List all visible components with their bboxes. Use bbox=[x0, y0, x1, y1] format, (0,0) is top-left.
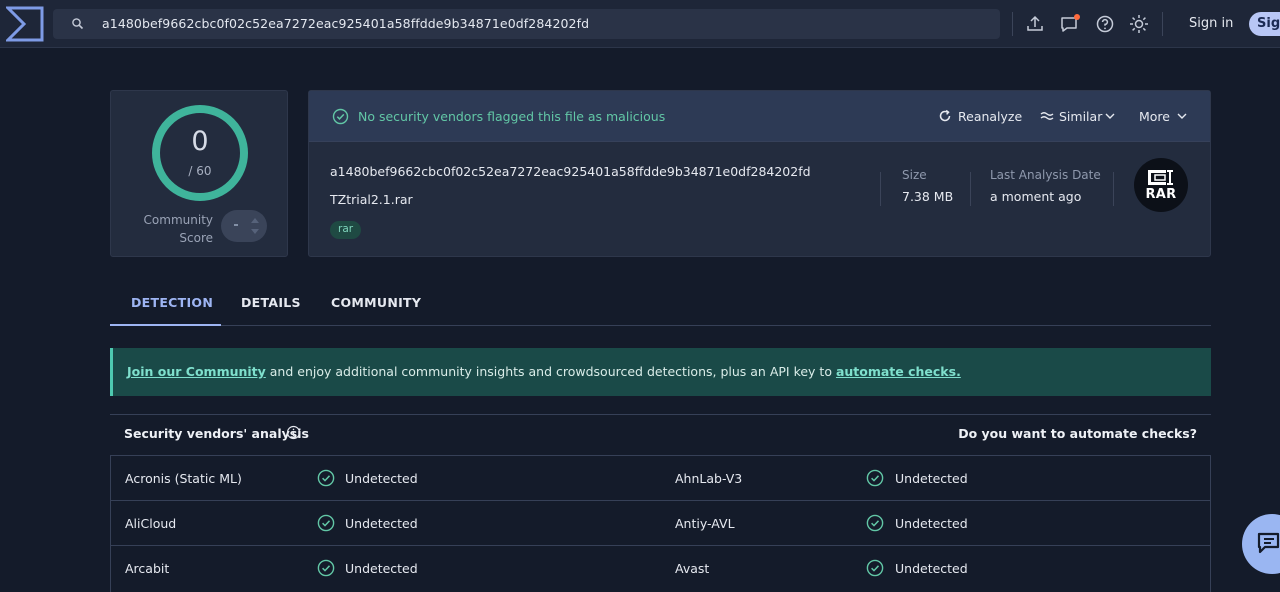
vendor-name: AhnLab-V3 bbox=[675, 471, 743, 486]
active-tab-indicator bbox=[110, 324, 221, 326]
size-label: Size bbox=[902, 168, 927, 182]
table-row: Acronis (Static ML) Undetected AhnLab-V3… bbox=[111, 456, 1210, 501]
check-circle-icon bbox=[866, 514, 884, 532]
file-summary-card: No security vendors flagged this file as… bbox=[308, 90, 1211, 257]
detection-score-card: 0 / 60 Community Score bbox=[110, 90, 288, 257]
vendor-name: Arcabit bbox=[125, 561, 170, 576]
banner-text: Join our Community and enjoy additional … bbox=[127, 364, 961, 379]
tabs-divider bbox=[110, 325, 1211, 326]
divider bbox=[1012, 12, 1013, 36]
reanalyze-icon[interactable] bbox=[938, 109, 952, 123]
check-circle-icon bbox=[332, 108, 349, 125]
file-type-label: RAR bbox=[1145, 187, 1177, 202]
chevron-down-icon[interactable] bbox=[1103, 109, 1117, 123]
join-community-link[interactable]: Join our Community bbox=[127, 364, 266, 379]
check-circle-icon bbox=[866, 559, 884, 577]
vendor-result: Undetected bbox=[895, 516, 968, 531]
last-analysis-label: Last Analysis Date bbox=[990, 168, 1101, 182]
theme-icon[interactable] bbox=[1128, 13, 1150, 35]
last-analysis-value: a moment ago bbox=[990, 189, 1082, 204]
analysis-status: No security vendors flagged this file as… bbox=[358, 109, 666, 124]
community-score-vote[interactable] bbox=[221, 210, 267, 242]
similar-button[interactable]: Similar bbox=[1059, 109, 1102, 124]
vendor-result: Undetected bbox=[345, 561, 418, 576]
detection-count: 0 bbox=[191, 126, 209, 157]
notification-icon[interactable] bbox=[1059, 13, 1081, 35]
check-circle-icon bbox=[317, 469, 335, 487]
community-banner: Join our Community and enjoy additional … bbox=[110, 348, 1211, 396]
vendor-result: Undetected bbox=[345, 516, 418, 531]
vendor-result: Undetected bbox=[895, 561, 968, 576]
search-icon bbox=[72, 18, 84, 30]
upvote-icon[interactable] bbox=[251, 218, 259, 223]
summary-header: No security vendors flagged this file as… bbox=[309, 91, 1210, 142]
banner-message: and enjoy additional community insights … bbox=[265, 364, 836, 379]
tab-details[interactable]: DETAILS bbox=[241, 295, 301, 310]
tab-detection[interactable]: DETECTION bbox=[131, 295, 213, 310]
help-icon[interactable] bbox=[1094, 13, 1116, 35]
vendor-result: Undetected bbox=[345, 471, 418, 486]
upload-icon[interactable] bbox=[1024, 13, 1046, 35]
divider bbox=[1162, 12, 1163, 36]
info-icon[interactable] bbox=[286, 425, 301, 440]
check-circle-icon bbox=[317, 514, 335, 532]
score-value-dash bbox=[234, 224, 238, 226]
table-row: Arcabit Undetected Avast Undetected bbox=[111, 546, 1210, 591]
divider bbox=[1113, 172, 1114, 206]
vendor-result: Undetected bbox=[895, 471, 968, 486]
file-name: TZtrial2.1.rar bbox=[330, 192, 413, 207]
vendor-name: Acronis (Static ML) bbox=[125, 471, 242, 486]
vendors-table: Acronis (Static ML) Undetected AhnLab-V3… bbox=[110, 455, 1211, 592]
vendors-title: Security vendors' analysis bbox=[124, 426, 309, 441]
chat-icon bbox=[1257, 532, 1280, 554]
sign-up-button[interactable]: Sign up bbox=[1249, 12, 1280, 36]
divider bbox=[880, 172, 881, 206]
community-score-label: Community Score bbox=[143, 213, 213, 245]
automate-checks-prompt[interactable]: Do you want to automate checks? bbox=[958, 426, 1197, 441]
vendor-name: Antiy-AVL bbox=[675, 516, 735, 531]
sign-in-link[interactable]: Sign in bbox=[1189, 16, 1233, 31]
vendor-name: AliCloud bbox=[125, 516, 177, 531]
more-button[interactable]: More bbox=[1139, 109, 1170, 124]
search-input[interactable]: a1480bef9662cbc0f02c52ea7272eac925401a58… bbox=[102, 16, 589, 31]
automate-checks-link[interactable]: automate checks. bbox=[836, 364, 961, 379]
tab-community[interactable]: COMMUNITY bbox=[331, 295, 421, 310]
table-row: AliCloud Undetected Antiy-AVL Undetected bbox=[111, 501, 1210, 546]
check-circle-icon bbox=[317, 559, 335, 577]
virustotal-logo-icon[interactable] bbox=[6, 6, 44, 42]
reanalyze-button[interactable]: Reanalyze bbox=[958, 109, 1022, 124]
chat-support-button[interactable] bbox=[1242, 514, 1280, 574]
vendor-name: Avast bbox=[675, 561, 710, 576]
size-value: 7.38 MB bbox=[902, 189, 954, 204]
top-bar: a1480bef9662cbc0f02c52ea7272eac925401a58… bbox=[0, 0, 1280, 48]
check-circle-icon bbox=[866, 469, 884, 487]
file-hash: a1480bef9662cbc0f02c52ea7272eac925401a58… bbox=[330, 164, 811, 179]
search-bar[interactable]: a1480bef9662cbc0f02c52ea7272eac925401a58… bbox=[53, 9, 1000, 39]
downvote-icon[interactable] bbox=[251, 229, 259, 234]
chevron-down-icon[interactable] bbox=[1175, 109, 1189, 123]
divider bbox=[970, 172, 971, 206]
file-tag[interactable]: rar bbox=[330, 221, 362, 239]
similar-icon[interactable] bbox=[1040, 109, 1054, 123]
archive-icon bbox=[1148, 170, 1173, 185]
file-type-badge: RAR bbox=[1134, 158, 1188, 212]
engine-total: / 60 bbox=[188, 164, 212, 178]
vendors-header: Security vendors' analysis Do you want t… bbox=[110, 414, 1211, 450]
